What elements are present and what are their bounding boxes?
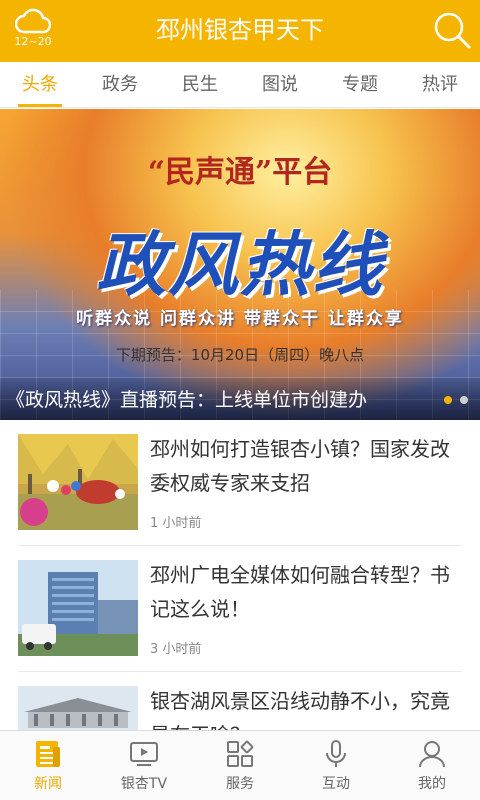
carousel-indicator (444, 396, 468, 404)
tab-comments[interactable]: 热评 (400, 62, 480, 107)
microphone-icon (326, 740, 346, 767)
nav-interact[interactable]: 互动 (288, 731, 384, 800)
article-time: 3 小时前 (150, 642, 202, 657)
nav-profile[interactable]: 我的 (384, 731, 480, 800)
banner-platform-name: “民声通”平台 (147, 155, 333, 190)
nav-label: 新闻 (34, 776, 62, 792)
news-icon (36, 741, 60, 767)
article-thumbnail (18, 434, 138, 530)
article-thumbnail (18, 560, 138, 656)
article-headline: 邳州如何打造银杏小镇？国家发改委权威专家来支招 (150, 437, 450, 495)
profile-icon (419, 741, 445, 768)
nav-ginkgo-tv[interactable]: 银杏TV (96, 731, 192, 800)
nav-services[interactable]: 服务 (192, 731, 288, 800)
nav-label: 服务 (226, 776, 254, 792)
banner-slogan: 听群众说 问群众讲 带群众干 让群众享 (76, 309, 404, 329)
search-icon (434, 12, 471, 49)
category-tabs: 头条 政务 民生 图说 专题 热评 (0, 62, 480, 108)
tab-headlines[interactable]: 头条 (0, 62, 80, 107)
nav-news[interactable]: 新闻 (0, 731, 96, 800)
tab-pictures[interactable]: 图说 (240, 62, 320, 107)
search-button[interactable] (432, 10, 472, 50)
tv-icon (130, 742, 158, 766)
banner-caption-bar: 《政风热线》直播预告：上线单位市创建办 (0, 378, 480, 420)
tab-government[interactable]: 政务 (80, 62, 160, 107)
list-item[interactable]: 邳州如何打造银杏小镇？国家发改委权威专家来支招 1 小时前 (18, 420, 462, 546)
featured-banner[interactable]: “民声通”平台 政风热线 听群众说 问群众讲 带群众干 让群众享 下期预告：10… (0, 109, 480, 420)
banner-caption: 《政风热线》直播预告：上线单位市创建办 (6, 389, 368, 411)
article-time: 1 小时前 (150, 516, 202, 531)
app-title: 邳州银杏甲天下 (156, 16, 324, 44)
services-icon (227, 740, 254, 767)
nav-label: 互动 (322, 776, 350, 792)
tab-topics[interactable]: 专题 (320, 62, 400, 107)
carousel-dot[interactable] (444, 396, 452, 404)
nav-label: 我的 (418, 776, 446, 792)
banner-title: 政风热线 (96, 223, 384, 306)
article-headline: 邳州广电全媒体如何融合转型？书记这么说！ (150, 563, 450, 621)
app-header: 12~20 邳州银杏甲天下 (0, 0, 480, 62)
tab-livelihood[interactable]: 民生 (160, 62, 240, 107)
carousel-dot[interactable] (460, 396, 468, 404)
banner-notice: 下期预告：10月20日（周四）晚八点 (115, 346, 365, 364)
bottom-navigation: 新闻 银杏TV 服务 互动 我的 (0, 730, 480, 800)
list-item[interactable]: 邳州广电全媒体如何融合转型？书记这么说！ 3 小时前 (18, 546, 462, 672)
nav-label: 银杏TV (120, 776, 168, 792)
